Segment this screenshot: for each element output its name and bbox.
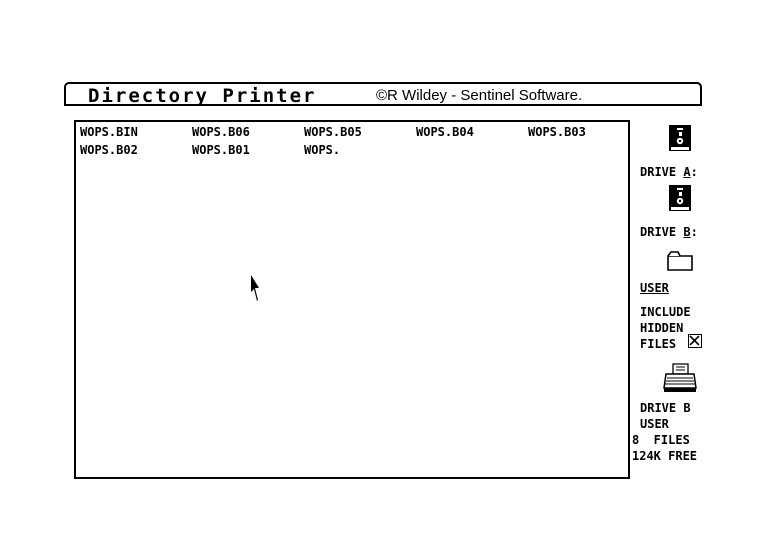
file-item[interactable]: WOPS.B02 xyxy=(80,143,192,161)
file-item[interactable]: WOPS.B04 xyxy=(416,125,528,143)
app-credit: ©R Wildey - Sentinel Software. xyxy=(376,87,583,104)
drive-a-label[interactable]: DRIVE A: xyxy=(640,164,698,180)
app-title: Directory Printer xyxy=(88,85,317,107)
file-item[interactable]: WOPS.B05 xyxy=(304,125,416,143)
drive-b-label[interactable]: DRIVE B: xyxy=(640,224,698,240)
floppy-disk-icon[interactable] xyxy=(668,124,692,152)
include-hidden-line3: FILES xyxy=(640,337,677,351)
file-item[interactable]: WOPS.BIN xyxy=(80,125,192,143)
printer-icon[interactable] xyxy=(662,362,698,394)
file-item[interactable]: WOPS.B03 xyxy=(528,125,640,143)
file-list: WOPS.BIN WOPS.B06 WOPS.B05 WOPS.B04 WOPS.B03… xyxy=(80,125,640,161)
include-hidden-line2: HIDDEN xyxy=(640,321,684,335)
user-label[interactable]: USER xyxy=(640,280,669,296)
include-hidden-checkbox[interactable] xyxy=(688,334,702,348)
floppy-disk-icon[interactable] xyxy=(668,184,692,212)
file-item[interactable]: WOPS.B06 xyxy=(192,125,304,143)
status-file-count: 8 FILES xyxy=(632,433,690,447)
status-free-space: 124K FREE xyxy=(632,449,698,463)
folder-icon[interactable] xyxy=(666,250,694,272)
status-drive: DRIVE B xyxy=(640,401,691,415)
mouse-pointer-icon xyxy=(251,275,259,301)
file-item[interactable]: WOPS. xyxy=(304,143,416,161)
file-item[interactable]: WOPS.B01 xyxy=(192,143,304,161)
status-user: USER xyxy=(640,417,669,431)
checkbox-cross-icon xyxy=(689,335,700,346)
title-bar: Directory Printer ©R Wildey - Sentinel S… xyxy=(64,82,702,107)
include-hidden-line1: INCLUDE xyxy=(640,305,691,319)
file-list-window[interactable]: WOPS.BIN WOPS.B06 WOPS.B05 WOPS.B04 WOPS.B03… xyxy=(74,120,630,479)
